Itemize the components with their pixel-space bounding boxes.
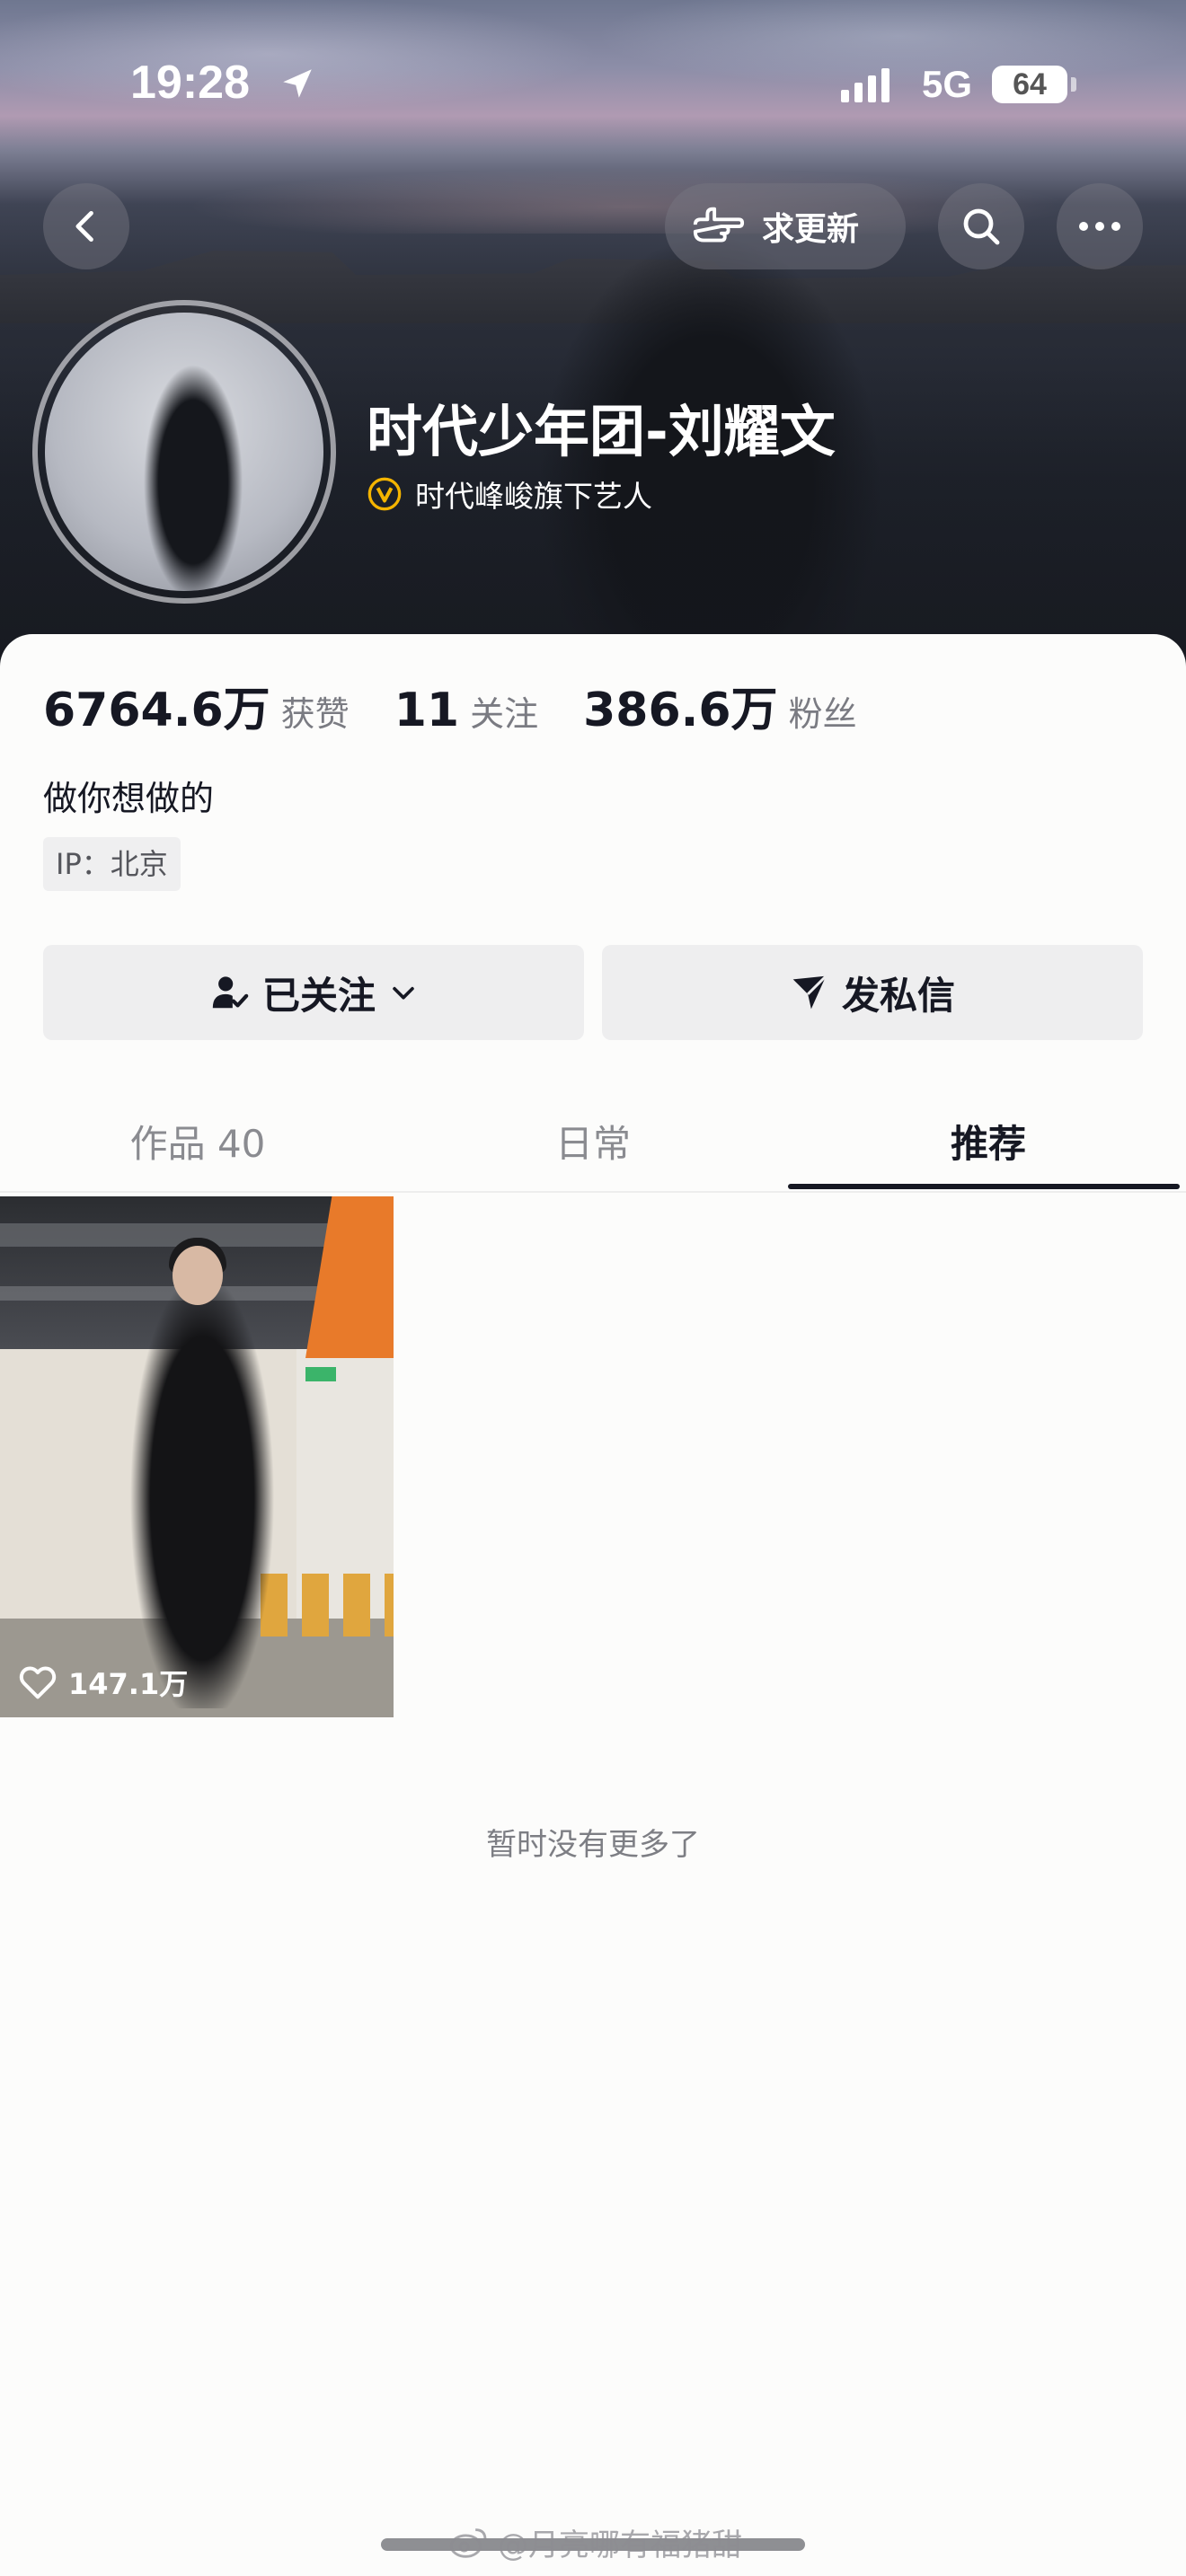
search-icon xyxy=(963,208,1000,245)
followers-label[interactable]: 粉丝 xyxy=(789,686,857,736)
watermark-text: @月亮哪有福猪甜 xyxy=(498,2527,742,2563)
heart-icon xyxy=(19,1666,57,1699)
weibo-logo-icon xyxy=(449,2527,487,2558)
send-paper-plane-icon xyxy=(792,975,828,1010)
tab-divider xyxy=(0,1191,1186,1193)
request-update-label: 求更新 xyxy=(762,211,860,248)
likes-label: 获赞 xyxy=(280,694,350,734)
video-likes-count: 147.1万 xyxy=(68,1667,189,1701)
location-arrow-icon xyxy=(283,69,312,98)
following-button[interactable]: 已关注 xyxy=(43,945,584,1040)
following-count[interactable]: 11 xyxy=(394,684,459,737)
status-time: 19:28 xyxy=(130,57,250,109)
likes-count: 6764.6万 xyxy=(43,684,270,737)
profile-nickname: 时代少年团-刘耀文 xyxy=(367,399,836,464)
send-message-button[interactable]: 发私信 xyxy=(602,945,1143,1040)
send-message-label: 发私信 xyxy=(841,973,955,1018)
tab-recommended[interactable]: 推荐 xyxy=(791,1114,1186,1169)
back-button[interactable] xyxy=(43,183,129,269)
no-more-content-text: 暂时没有更多了 xyxy=(486,1827,700,1863)
profile-stats: 6764.6万 获赞 11 关注 386.6万 粉丝 xyxy=(43,672,902,739)
user-check-icon xyxy=(212,976,249,1009)
battery-level: 64 xyxy=(992,66,1067,103)
network-type: 5G xyxy=(922,63,973,105)
tab-works[interactable]: 作品 40 xyxy=(0,1114,395,1169)
video-thumbnail[interactable]: 147.1万 xyxy=(0,1196,394,1717)
cellular-signal-icon xyxy=(841,68,890,102)
tab-daily[interactable]: 日常 xyxy=(395,1114,791,1169)
profile-bio: 做你想做的 xyxy=(43,779,215,818)
more-dots-icon xyxy=(1079,222,1120,231)
active-tab-indicator xyxy=(788,1184,1180,1189)
watermark: @月亮哪有福猪甜 xyxy=(449,2520,742,2564)
verified-badge: 时代峰峻旗下艺人 xyxy=(367,472,652,516)
chevron-down-icon xyxy=(393,986,414,1000)
following-button-label: 已关注 xyxy=(261,973,376,1018)
search-button[interactable] xyxy=(938,183,1024,269)
pointing-hand-icon xyxy=(693,207,745,243)
status-bar: 19:28 5G 64 xyxy=(0,0,1186,171)
verified-v-icon xyxy=(367,477,402,511)
more-options-button[interactable] xyxy=(1057,183,1143,269)
request-update-button[interactable]: 求更新 xyxy=(665,183,906,269)
followers-count[interactable]: 386.6万 xyxy=(583,672,777,739)
verified-text: 时代峰峻旗下艺人 xyxy=(415,479,652,514)
battery-cap-icon xyxy=(1071,77,1076,92)
following-label[interactable]: 关注 xyxy=(470,686,538,736)
avatar[interactable] xyxy=(32,300,336,604)
ip-location-tag: IP：北京 xyxy=(43,837,181,891)
chevron-left-icon xyxy=(75,210,93,243)
video-likes: 147.1万 xyxy=(18,1662,188,1703)
avatar-image xyxy=(45,313,323,591)
